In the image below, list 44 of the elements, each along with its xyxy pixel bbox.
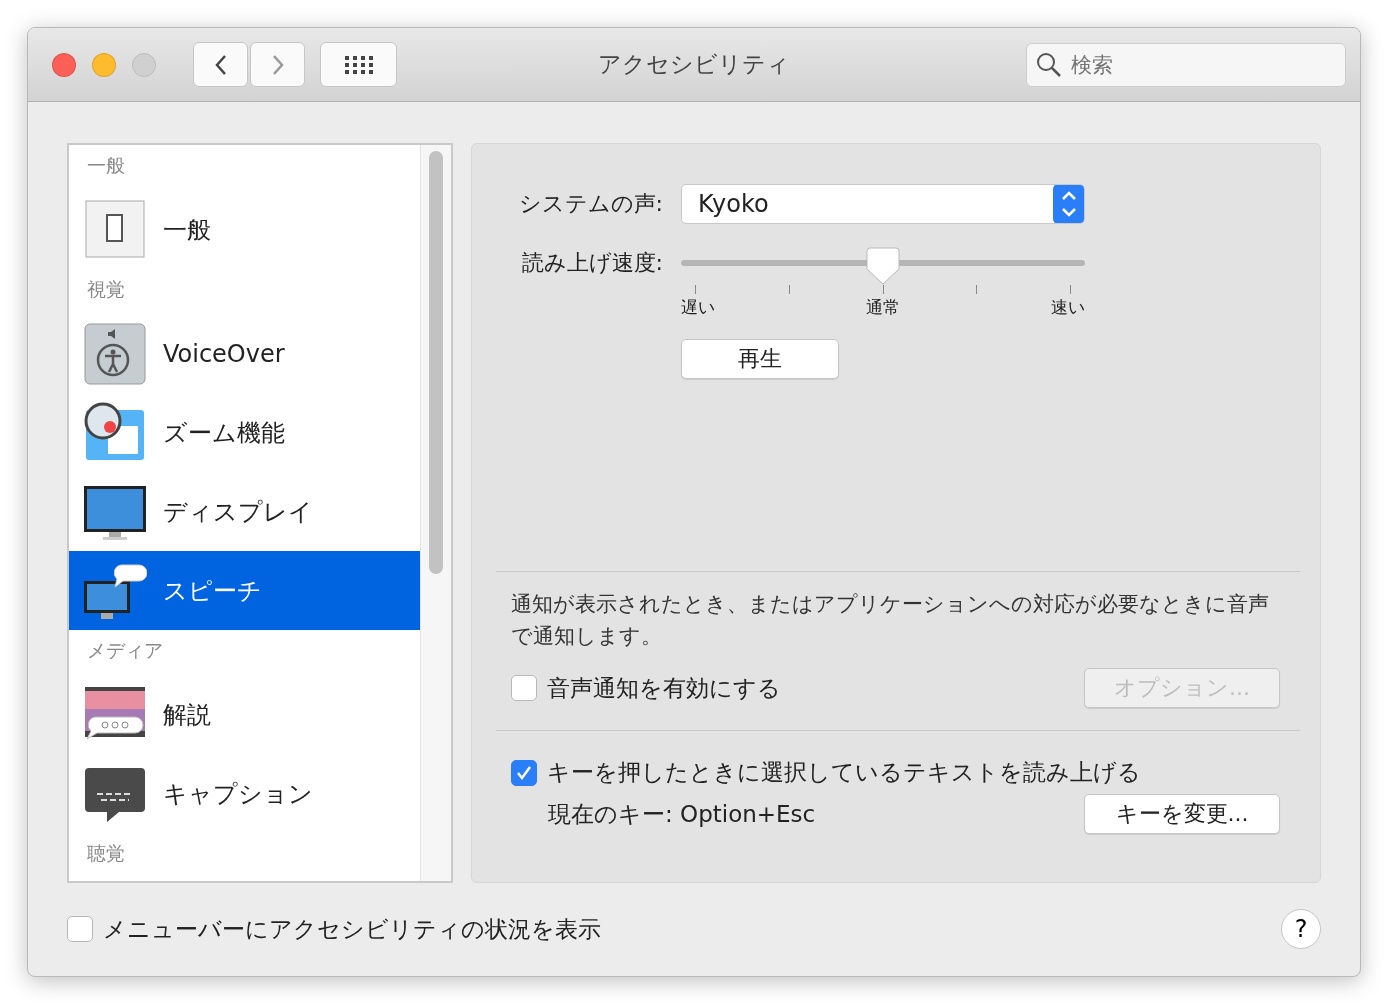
minimize-button[interactable] — [92, 52, 116, 77]
slider-thumb[interactable] — [866, 247, 900, 285]
checkbox-label: メニューバーにアクセシビリティの状況を表示 — [103, 914, 601, 944]
play-button[interactable]: 再生 — [681, 339, 839, 379]
change-key-button[interactable]: キーを変更... — [1084, 794, 1280, 834]
section-header: 聴覚 — [86, 841, 126, 866]
tick-label: 通常 — [866, 296, 900, 319]
search-field[interactable]: 検索 — [1026, 42, 1346, 87]
voice-label: システムの声: — [517, 190, 663, 218]
sidebar-item[interactable]: キャプション — [69, 754, 420, 833]
forward-button[interactable] — [250, 42, 305, 87]
accessibility-icon — [83, 321, 147, 386]
announcement-description: 通知が表示されたとき、またはアプリケーションへの対応が必要なときに音声で通知します。 — [511, 591, 1270, 650]
current-key-text: 現在のキー: Option+Esc — [548, 799, 816, 829]
zoom-button[interactable] — [132, 52, 156, 77]
checkbox-label: 音声通知を有効にする — [547, 673, 781, 703]
chevron-left-icon — [213, 53, 228, 76]
sidebar-item[interactable]: スピーチ — [69, 551, 420, 630]
tick-label: 遅い — [681, 296, 715, 319]
tick-label: 速い — [1051, 296, 1085, 319]
section-header: メディア — [86, 638, 164, 663]
sidebar-item[interactable]: 解説 — [69, 675, 420, 754]
checkbox-label: キーを押したときに選択しているテキストを読み上げる — [547, 758, 1141, 787]
grid-icon — [344, 55, 373, 74]
show-all-button[interactable] — [320, 42, 397, 87]
window-title: アクセシビリティ — [598, 50, 790, 79]
close-button[interactable] — [52, 52, 76, 77]
sidebar-item[interactable]: 一般 — [69, 190, 420, 269]
help-button[interactable]: ? — [1281, 909, 1321, 949]
checkbox[interactable] — [511, 675, 537, 701]
back-button[interactable] — [193, 42, 248, 87]
section-header: 一般 — [86, 153, 126, 178]
voice-dropdown[interactable]: Kyoko — [681, 184, 1085, 224]
dropdown-arrows-icon — [1053, 185, 1084, 223]
sidebar-item[interactable]: ズーム機能 — [69, 393, 420, 472]
sidebar-item[interactable]: ディスプレイ — [69, 472, 420, 551]
rate-label: 読み上げ速度: — [520, 249, 663, 277]
chevron-right-icon — [270, 53, 285, 76]
sidebar-item[interactable]: VoiceOver — [69, 314, 420, 393]
speech-rate-slider[interactable] — [681, 247, 1085, 285]
checkbox[interactable] — [511, 759, 537, 786]
scrollbar-thumb[interactable] — [429, 151, 443, 574]
checkbox[interactable] — [67, 916, 93, 942]
section-header: 視覚 — [86, 277, 126, 302]
